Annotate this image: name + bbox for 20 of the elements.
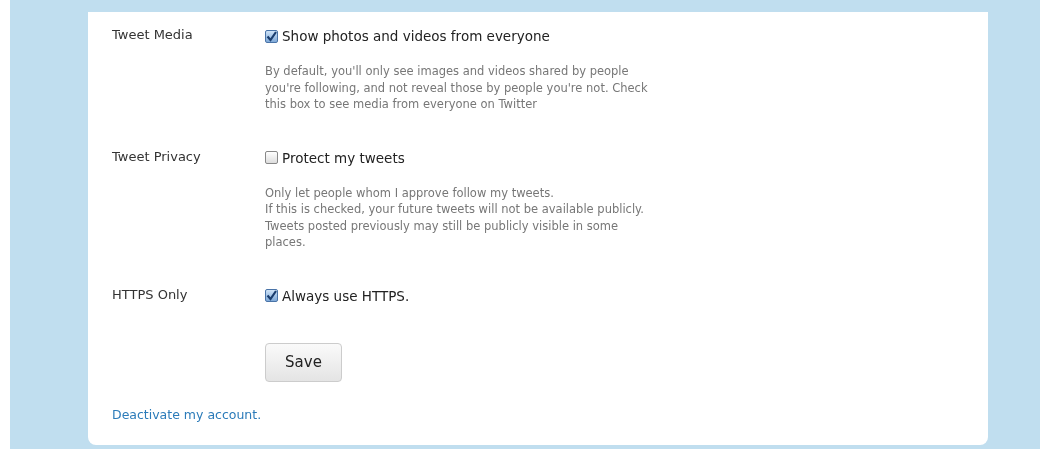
setting-label: Tweet Privacy <box>112 147 202 166</box>
description-line: If this is checked, your future tweets will not be available publicly. <box>265 201 645 218</box>
checkbox[interactable] <box>265 289 278 302</box>
description-line: Only let people whom I approve follow my tweets. <box>265 184 555 201</box>
description-line: this box to see media from everyone on Twitter <box>265 96 539 113</box>
setting-label: Tweet Media <box>112 26 194 44</box>
checkmark-icon <box>266 290 277 301</box>
save-button[interactable]: Save <box>265 342 342 382</box>
deactivate-link[interactable]: Deactivate my account. <box>112 406 262 422</box>
description-line: Tweets posted previously may still be publicly visible in some <box>265 217 620 234</box>
checkbox-option[interactable]: Always use HTTPS. <box>265 284 964 307</box>
checkbox-option[interactable]: Protect my tweets <box>265 146 964 169</box>
checkbox-option[interactable]: Show photos and videos from everyone <box>265 25 964 47</box>
description-line: places. <box>265 234 307 251</box>
checkmark-icon <box>266 30 277 42</box>
description-line: By default, you'll only see images and videos shared by people <box>265 63 630 80</box>
description-line: you're following, and not reveal those by people you're not. Check <box>265 79 649 96</box>
setting-label: HTTPS Only <box>112 285 189 304</box>
checkbox[interactable] <box>265 29 278 43</box>
checkbox[interactable] <box>265 151 278 164</box>
